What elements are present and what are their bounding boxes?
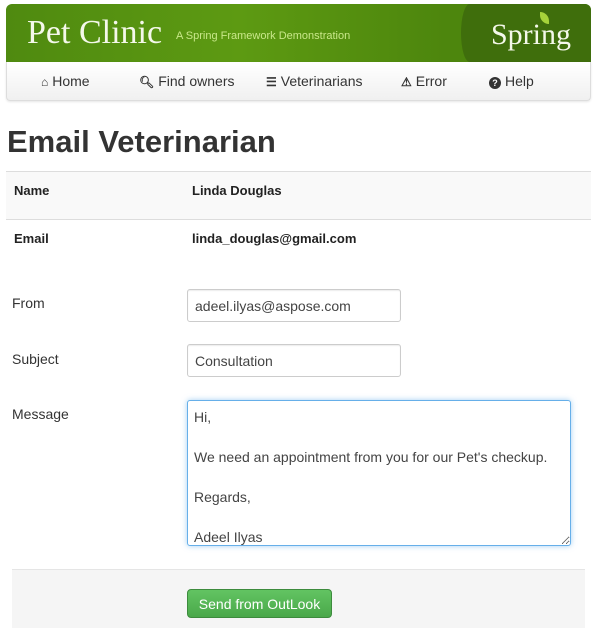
list-icon: ☰ xyxy=(266,75,277,89)
from-input[interactable] xyxy=(187,289,401,322)
nav-label: Find owners xyxy=(158,73,235,89)
app-logo[interactable]: Pet Clinic xyxy=(27,14,162,52)
from-label: From xyxy=(12,295,45,311)
home-icon: ⌂ xyxy=(41,75,49,89)
nav-label: Error xyxy=(415,73,447,89)
table-row: Name Linda Douglas xyxy=(6,171,591,219)
nav-veterinarians[interactable]: ☰ Veterinarians xyxy=(266,73,362,89)
email-label: Email xyxy=(14,231,49,246)
form-actions: Send from OutLook xyxy=(12,569,585,628)
message-label: Message xyxy=(12,406,69,422)
nav-error[interactable]: ⚠ Error xyxy=(401,73,447,89)
table-row: Email linda_douglas@gmail.com xyxy=(6,219,591,261)
search-icon: 🔍︎ xyxy=(139,75,155,89)
warning-icon: ⚠ xyxy=(401,75,412,89)
name-value: Linda Douglas xyxy=(192,183,282,198)
send-from-outlook-button[interactable]: Send from OutLook xyxy=(187,589,332,618)
header-banner: Pet Clinic A Spring Framework Demonstrat… xyxy=(6,4,591,62)
message-textarea[interactable]: Hi, We need an appointment from you for … xyxy=(187,400,571,546)
nav-bar: ⌂ Home 🔍︎ Find owners ☰ Veterinarians ⚠ Erro… xyxy=(6,62,591,101)
nav-find-owners[interactable]: 🔍︎ Find owners xyxy=(139,73,235,89)
email-value: linda_douglas@gmail.com xyxy=(192,231,357,246)
page-title: Email Veterinarian xyxy=(7,124,276,159)
subject-input[interactable] xyxy=(187,344,401,377)
nav-label: Help xyxy=(505,73,534,89)
nav-label: Veterinarians xyxy=(280,73,363,89)
spring-logo: Spring xyxy=(490,18,571,51)
subject-label: Subject xyxy=(12,351,59,367)
nav-help[interactable]: ? Help xyxy=(489,73,534,89)
nav-label: Home xyxy=(52,73,90,89)
tagline: A Spring Framework Demonstration xyxy=(176,30,351,42)
nav-home[interactable]: ⌂ Home xyxy=(41,73,90,89)
question-circle-icon: ? xyxy=(489,77,501,89)
name-label: Name xyxy=(14,183,50,198)
